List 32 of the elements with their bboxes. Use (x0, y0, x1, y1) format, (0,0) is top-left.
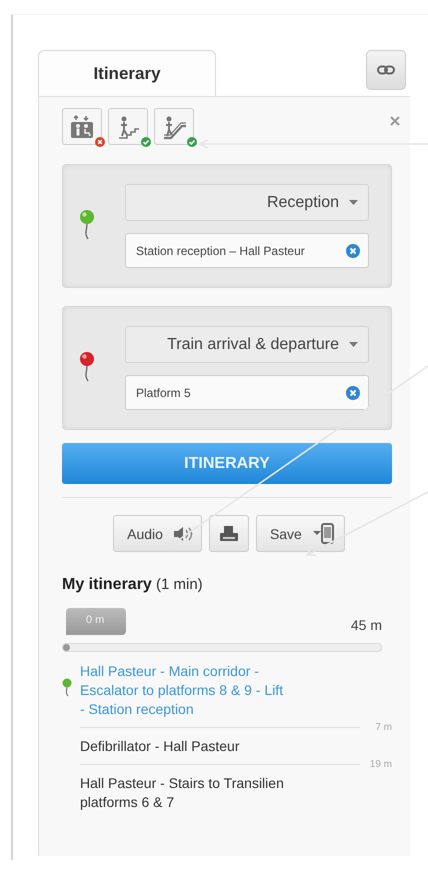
print-button[interactable] (208, 515, 249, 552)
route-step[interactable]: Defibrillator - Hall Pasteur (80, 737, 285, 756)
step-distance: 7 m (374, 722, 392, 733)
progress-thumb[interactable] (63, 644, 70, 651)
total-distance: 45 m (350, 617, 382, 635)
audio-button[interactable]: Audio (113, 515, 202, 552)
close-icon (390, 116, 400, 126)
printer-icon (218, 524, 239, 542)
phone-icon (312, 522, 336, 546)
filter-toggle[interactable] (62, 108, 102, 145)
pin-icon (62, 678, 72, 698)
category-dropdown[interactable]: Reception (125, 184, 369, 221)
clear-icon (346, 244, 360, 258)
caret-icon (349, 200, 358, 205)
itinerary-heading: My itinerary (1 min) (62, 576, 204, 594)
filter-toggle[interactable] (108, 108, 148, 145)
destination-field[interactable]: Platform 5 (125, 375, 369, 410)
filter-toggle[interactable] (154, 108, 194, 145)
position-bubble: 0 m (66, 608, 126, 635)
lift-icon (69, 114, 95, 140)
link-button[interactable] (366, 50, 406, 90)
caret-icon (349, 342, 358, 347)
speaker-icon (172, 526, 193, 542)
category-dropdown[interactable]: Train arrival & departure (125, 326, 369, 363)
save-button[interactable]: Save (256, 515, 345, 552)
link-icon (377, 65, 395, 75)
escalator-icon (161, 114, 187, 140)
destination-field[interactable]: Station reception – Hall Pasteur (125, 233, 369, 268)
clear-icon (346, 386, 360, 400)
tab[interactable]: Itinerary (38, 50, 216, 96)
route-step[interactable]: Hall Pasteur - Stairs to Transilien platforms 6 & 7 (80, 774, 285, 812)
step-distance: 19 m (368, 759, 392, 770)
